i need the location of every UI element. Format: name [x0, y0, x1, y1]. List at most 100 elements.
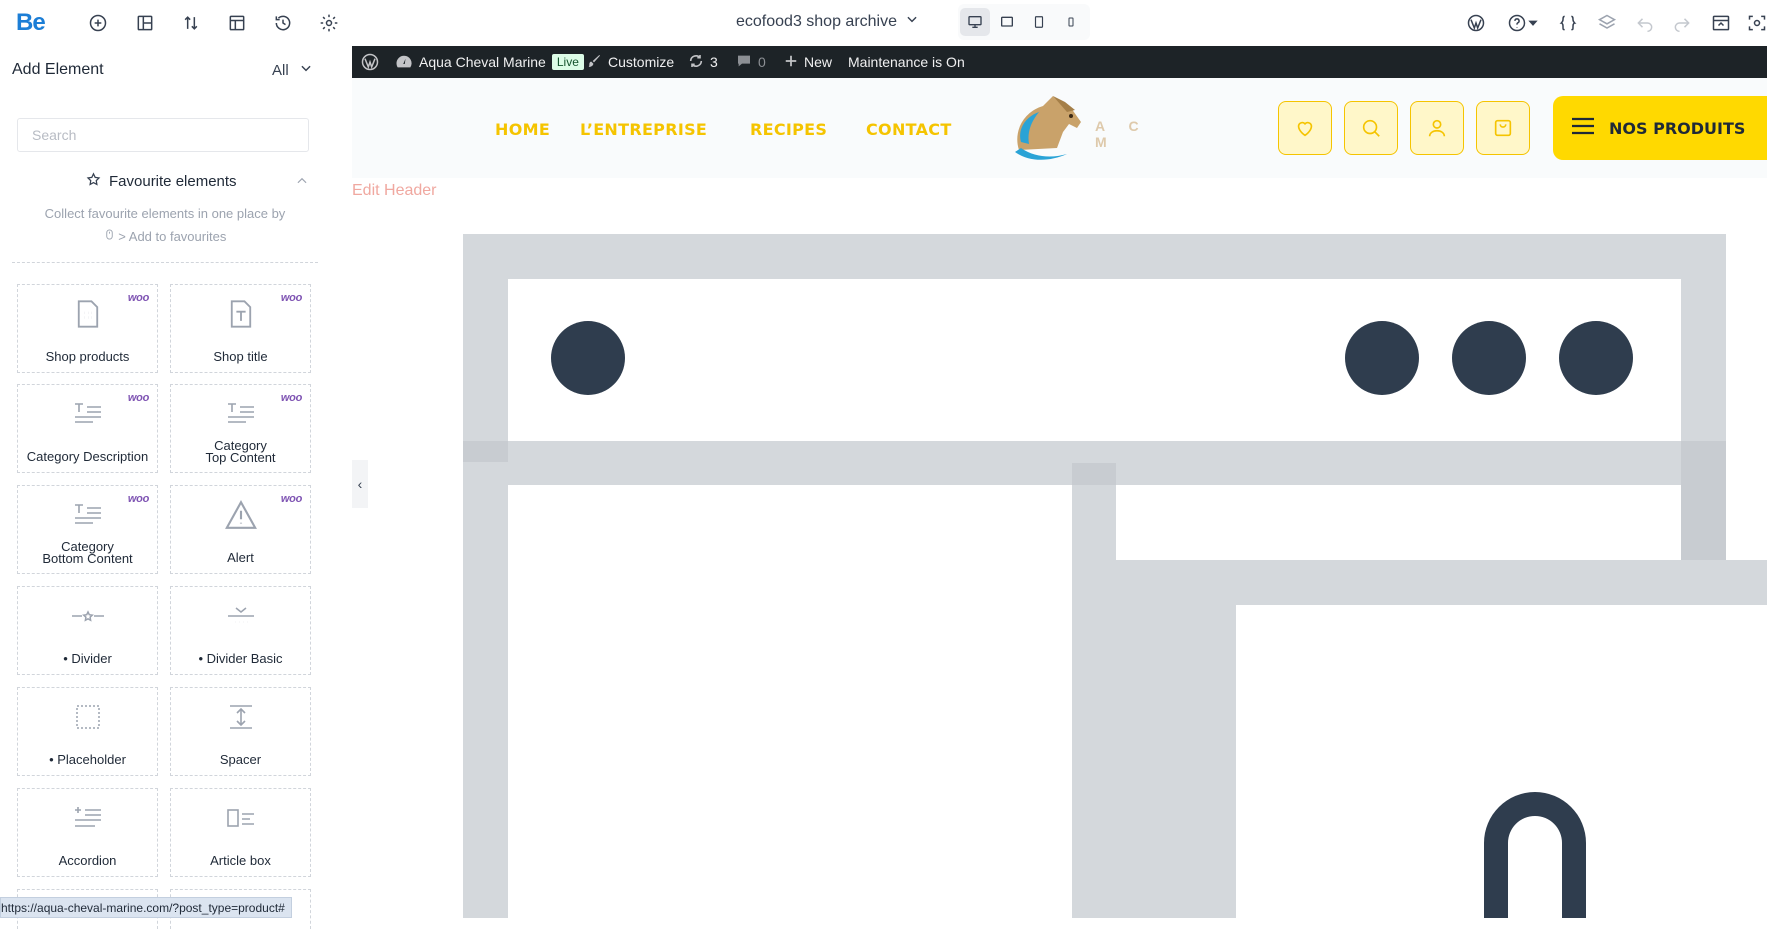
chevron-down-icon — [299, 61, 313, 79]
element-label: Category Top Content — [173, 439, 308, 464]
element-label: • Placeholder — [49, 752, 126, 767]
logo-text: A C M — [1095, 118, 1149, 150]
search-button[interactable] — [1344, 101, 1398, 155]
document-title[interactable]: ecofood3 shop archive — [736, 12, 919, 31]
user-icon — [1428, 119, 1446, 137]
chevron-up-icon[interactable] — [295, 174, 309, 193]
nav-home[interactable]: HOME — [495, 120, 550, 139]
maintenance-status[interactable]: Maintenance is On — [848, 46, 965, 78]
history-icon[interactable] — [271, 11, 295, 35]
plus-icon — [784, 54, 798, 71]
wordpress-icon[interactable] — [1464, 11, 1488, 35]
divider-basic-icon — [224, 599, 258, 633]
text-lines-icon — [224, 397, 258, 431]
wp-admin-bar: Aqua Cheval Marine Live Customize 3 0 Ne… — [352, 46, 1767, 78]
nos-produits-label: NOS PRODUITS — [1609, 118, 1746, 138]
divider — [12, 262, 318, 263]
dashboard-icon — [395, 53, 413, 72]
undo-icon[interactable] — [1633, 11, 1657, 35]
laptop-icon[interactable] — [992, 8, 1022, 36]
add-element-icon[interactable] — [86, 11, 110, 35]
element-card-alert[interactable]: woo Alert — [170, 485, 311, 574]
css-icon[interactable] — [1556, 11, 1580, 35]
element-card-category-bottom-content[interactable]: woo Category Bottom Content — [17, 485, 158, 574]
shop-title-icon — [224, 297, 258, 331]
element-card-category-description[interactable]: woo Category Description — [17, 384, 158, 473]
wishlist-button[interactable] — [1278, 101, 1332, 155]
settings-icon[interactable] — [317, 11, 341, 35]
favourites-heading[interactable]: Favourite elements — [86, 172, 237, 191]
element-label: Shop title — [213, 349, 268, 364]
brush-icon — [586, 53, 602, 72]
mouse-icon — [104, 229, 119, 244]
star-icon — [86, 172, 101, 191]
element-card-spacer[interactable]: Spacer — [170, 687, 311, 776]
sort-icon[interactable] — [179, 11, 203, 35]
collapse-panel-chevron-icon[interactable]: ‹ — [352, 460, 368, 508]
preview-icon[interactable] — [1709, 11, 1733, 35]
refresh-icon — [688, 53, 704, 72]
view-icon[interactable] — [1745, 11, 1767, 35]
comments-count: 0 — [758, 54, 766, 70]
live-badge: Live — [551, 54, 584, 70]
site-name: Aqua Cheval Marine — [419, 54, 546, 70]
favourites-description-line1: Collect favourite elements in one place … — [44, 206, 286, 221]
wp-updates[interactable]: 3 — [688, 46, 718, 78]
element-card-shop-title[interactable]: woo Shop title — [170, 284, 311, 373]
element-card-article-box[interactable]: Article box — [170, 788, 311, 877]
redo-icon[interactable] — [1670, 11, 1694, 35]
betheme-logo[interactable]: Be — [16, 9, 46, 37]
element-label: Article box — [210, 853, 271, 868]
nav-entreprise[interactable]: L’ENTREPRISE — [580, 120, 707, 139]
desktop-icon[interactable] — [960, 8, 990, 36]
element-label: Accordion — [58, 853, 117, 868]
element-filter-dropdown[interactable]: All — [272, 61, 313, 79]
updates-count: 3 — [710, 54, 718, 70]
spacer-icon — [224, 700, 258, 734]
element-card-accordion[interactable]: Accordion — [17, 788, 158, 877]
placeholder-icon — [71, 700, 105, 734]
edit-header-link[interactable]: Edit Header — [352, 182, 437, 200]
placeholder-column-right-top — [1116, 485, 1681, 560]
placeholder-dot — [1452, 321, 1526, 395]
element-label: Spacer — [219, 752, 262, 767]
site-logo[interactable]: A C M — [1009, 92, 1169, 162]
nav-contact[interactable]: CONTACT — [866, 120, 952, 139]
element-card-category-top-content[interactable]: woo Category Top Content — [170, 384, 311, 473]
hamburger-icon — [1571, 116, 1595, 140]
top-toolbar: Be ecofood3 shop archive — [0, 0, 1767, 47]
template-icon[interactable] — [225, 11, 249, 35]
favourites-description: Collect favourite elements in one place … — [20, 202, 310, 248]
element-label: Alert — [227, 550, 254, 565]
cart-button[interactable] — [1476, 101, 1530, 155]
chevron-down-icon — [905, 12, 919, 31]
woo-badge: woo — [280, 392, 302, 404]
account-button[interactable] — [1410, 101, 1464, 155]
tablet-icon[interactable] — [1024, 8, 1054, 36]
help-caret-icon[interactable] — [1526, 11, 1540, 35]
divider-icon — [71, 599, 105, 633]
placeholder-handle — [463, 441, 508, 462]
element-search-input[interactable] — [17, 118, 309, 152]
element-card-shop-products[interactable]: woo Shop products — [17, 284, 158, 373]
wp-site-menu[interactable]: Aqua Cheval Marine Live — [395, 46, 584, 78]
wp-customize[interactable]: Customize — [586, 46, 674, 78]
wp-new[interactable]: New — [784, 46, 832, 78]
placeholder-handle — [1072, 463, 1116, 485]
nav-recipes[interactable]: RECIPES — [750, 120, 827, 139]
element-card-divider-basic[interactable]: • Divider Basic — [170, 586, 311, 675]
element-label: • Divider Basic — [198, 651, 283, 666]
element-card-placeholder[interactable]: • Placeholder — [17, 687, 158, 776]
woo-badge: woo — [280, 292, 302, 304]
text-lines-icon — [71, 498, 105, 532]
wp-logo-icon[interactable] — [360, 46, 380, 78]
favourites-heading-text: Favourite elements — [109, 173, 237, 190]
layout-icon[interactable] — [133, 11, 157, 35]
document-title-text: ecofood3 shop archive — [736, 12, 897, 30]
nos-produits-button[interactable]: NOS PRODUITS — [1553, 96, 1767, 160]
woo-badge: woo — [280, 493, 302, 505]
mobile-icon[interactable] — [1056, 8, 1086, 36]
layers-icon[interactable] — [1595, 11, 1619, 35]
element-card-divider[interactable]: • Divider — [17, 586, 158, 675]
wp-comments[interactable]: 0 — [736, 46, 766, 78]
